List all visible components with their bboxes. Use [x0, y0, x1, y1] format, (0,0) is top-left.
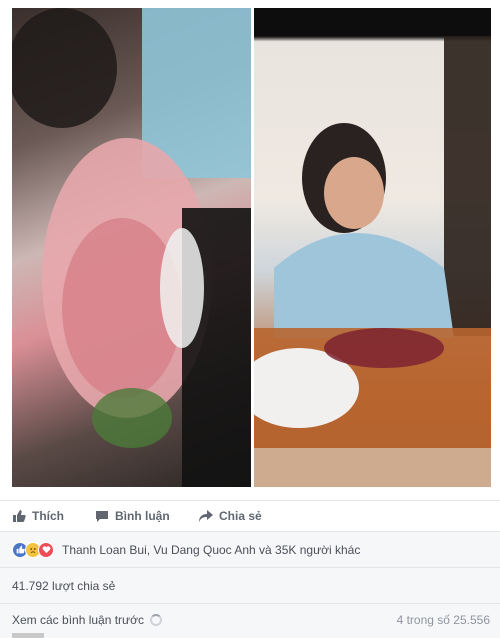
- photo-right-illustration: [254, 8, 491, 487]
- share-count-text: 41.792 lượt chia sẻ: [12, 578, 116, 593]
- reactions-summary[interactable]: Thanh Loan Bui, Vu Dang Quoc Anh và 35K …: [0, 531, 500, 567]
- reaction-icons: [12, 541, 54, 558]
- post-photos: [0, 0, 500, 492]
- post-action-bar: Thích Bình luận Chia sẻ: [0, 500, 500, 531]
- view-previous-comments-label: Xem các bình luận trước: [12, 613, 144, 627]
- photo-left-illustration: [12, 8, 251, 487]
- share-count-row[interactable]: 41.792 lượt chia sẻ: [0, 567, 500, 603]
- view-previous-comments-link[interactable]: Xem các bình luận trước: [12, 613, 162, 627]
- like-button[interactable]: Thích: [12, 501, 64, 532]
- loading-spinner-icon: [149, 614, 162, 626]
- avatar: [12, 633, 44, 638]
- post-photo-left[interactable]: [12, 8, 251, 487]
- love-reaction-icon: [38, 541, 54, 558]
- comment-preview-edge: [0, 633, 500, 638]
- share-arrow-icon: [199, 509, 213, 523]
- comments-header: Xem các bình luận trước 4 trong số 25.55…: [0, 603, 500, 633]
- share-button[interactable]: Chia sẻ: [199, 501, 262, 532]
- thumbs-up-icon: [12, 509, 26, 523]
- like-label: Thích: [32, 509, 64, 523]
- comment-button[interactable]: Bình luận: [95, 501, 170, 532]
- reactions-text: Thanh Loan Bui, Vu Dang Quoc Anh và 35K …: [62, 542, 361, 557]
- post-photo-right[interactable]: [254, 8, 491, 487]
- share-label: Chia sẻ: [219, 509, 262, 523]
- comment-label: Bình luận: [115, 509, 170, 523]
- comment-count-text: 4 trong số 25.556: [396, 613, 490, 627]
- comment-icon: [95, 509, 109, 523]
